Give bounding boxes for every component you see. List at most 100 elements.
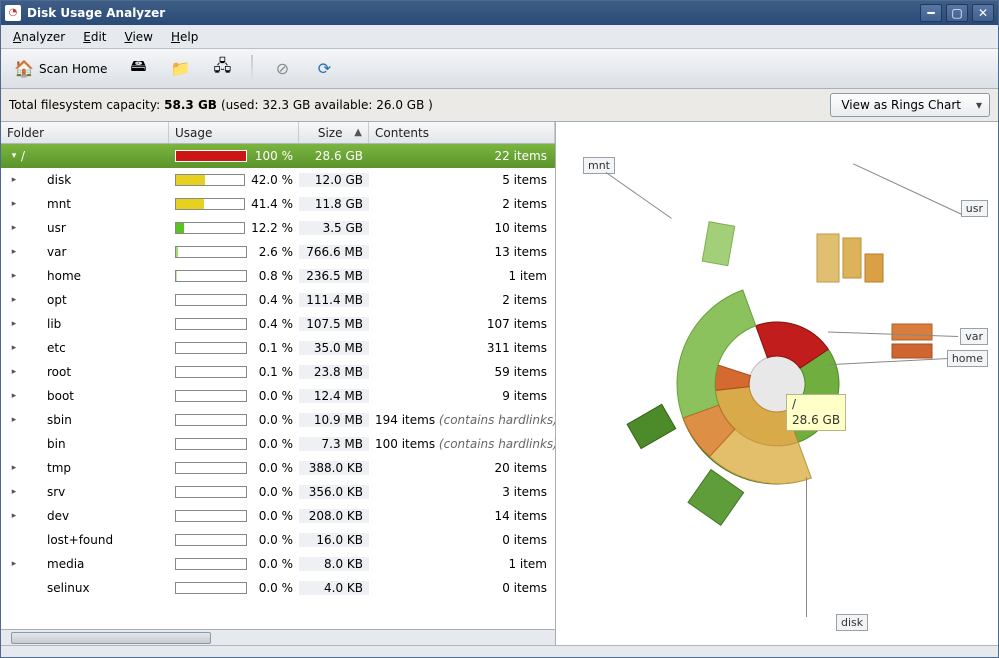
table-row[interactable]: ▸srv0.0 %356.0 KB3 items — [1, 480, 555, 504]
folder-name: usr — [47, 221, 66, 235]
size-value: 8.0 KB — [299, 557, 369, 571]
table-row[interactable]: bin0.0 %7.3 MB100 items (contains hardli… — [1, 432, 555, 456]
menubar: Analyzer Edit View Help — [1, 25, 998, 49]
table-row[interactable]: ▸lib0.4 %107.5 MB107 items — [1, 312, 555, 336]
table-row[interactable]: ▸boot0.0 %12.4 MB9 items — [1, 384, 555, 408]
usage-pct: 0.4 % — [253, 293, 293, 307]
expander-icon[interactable]: ▸ — [7, 247, 21, 257]
contents-value: 59 items — [369, 365, 555, 379]
refresh-button[interactable]: ⟳ — [307, 54, 341, 84]
chart-pane[interactable]: mnt usr var home disk / 28.6 GB — [556, 122, 998, 645]
folder-name: tmp — [47, 461, 71, 475]
table-row[interactable]: ▸var2.6 %766.6 MB13 items — [1, 240, 555, 264]
expander-icon[interactable]: ▸ — [7, 295, 21, 305]
expander-icon[interactable]: ▸ — [7, 415, 21, 425]
table-row[interactable]: ▸mnt41.4 %11.8 GB2 items — [1, 192, 555, 216]
table-row[interactable]: ▸sbin0.0 %10.9 MB194 items (contains har… — [1, 408, 555, 432]
minimize-button[interactable]: ━ — [920, 4, 942, 22]
expander-icon[interactable]: ▾ — [7, 151, 21, 161]
expander-icon[interactable]: ▸ — [7, 367, 21, 377]
scan-remote-button[interactable]: 🖧 — [205, 54, 239, 84]
table-row[interactable]: ▸tmp0.0 %388.0 KB20 items — [1, 456, 555, 480]
capacity-prefix: Total filesystem capacity: — [9, 98, 160, 112]
usage-pct: 0.1 % — [253, 341, 293, 355]
contents-value: 311 items — [369, 341, 555, 355]
scan-filesystem-button[interactable]: 🖴 — [121, 54, 155, 84]
expander-icon[interactable]: ▸ — [7, 511, 21, 521]
table-row[interactable]: ▸disk42.0 %12.0 GB5 items — [1, 168, 555, 192]
expander-icon[interactable]: ▸ — [7, 559, 21, 569]
size-value: 208.0 KB — [299, 509, 369, 523]
network-icon: 🖧 — [211, 58, 233, 80]
expander-icon[interactable]: ▸ — [7, 319, 21, 329]
tree-pane: Folder Usage Size ▲ Contents ▾/100 %28.6… — [1, 122, 556, 645]
table-row[interactable]: ▸dev0.0 %208.0 KB14 items — [1, 504, 555, 528]
table-row[interactable]: selinux0.0 %4.0 KB0 items — [1, 576, 555, 600]
col-contents[interactable]: Contents — [369, 122, 555, 143]
col-usage[interactable]: Usage — [169, 122, 299, 143]
contents-value: 5 items — [369, 173, 555, 187]
expander-icon[interactable]: ▸ — [7, 487, 21, 497]
folder-name: media — [47, 557, 84, 571]
table-row[interactable]: lost+found0.0 %16.0 KB0 items — [1, 528, 555, 552]
usage-pct: 0.0 % — [253, 461, 293, 475]
usage-bar — [175, 318, 247, 330]
expander-icon[interactable]: ▸ — [7, 343, 21, 353]
table-row[interactable]: ▸home0.8 %236.5 MB1 item — [1, 264, 555, 288]
size-value: 388.0 KB — [299, 461, 369, 475]
usage-pct: 0.0 % — [253, 389, 293, 403]
usage-bar — [175, 534, 247, 546]
view-mode-dropdown[interactable]: View as Rings Chart — [830, 93, 990, 117]
table-row[interactable]: ▸etc0.1 %35.0 MB311 items — [1, 336, 555, 360]
usage-pct: 0.1 % — [253, 365, 293, 379]
size-value: 107.5 MB — [299, 317, 369, 331]
scrollbar-thumb[interactable] — [11, 632, 211, 644]
expander-icon[interactable]: ▸ — [7, 391, 21, 401]
scan-folder-button[interactable]: 📁 — [163, 54, 197, 84]
contents-value: 194 items (contains hardlinks) — [369, 413, 555, 427]
folder-name: opt — [47, 293, 67, 307]
menu-analyzer[interactable]: Analyzer — [5, 28, 73, 46]
app-icon: ◔ — [5, 5, 21, 21]
table-row[interactable]: ▸media0.0 %8.0 KB1 item — [1, 552, 555, 576]
size-value: 16.0 KB — [299, 533, 369, 547]
size-value: 12.0 GB — [299, 173, 369, 187]
table-row[interactable]: ▾/100 %28.6 GB22 items — [1, 144, 555, 168]
expander-icon[interactable]: ▸ — [7, 199, 21, 209]
usage-bar — [175, 486, 247, 498]
folder-name: home — [47, 269, 81, 283]
folder-name: selinux — [47, 581, 90, 595]
stop-button[interactable]: ⊘ — [265, 54, 299, 84]
size-value: 4.0 KB — [299, 581, 369, 595]
table-row[interactable]: ▸opt0.4 %111.4 MB2 items — [1, 288, 555, 312]
folder-name: / — [21, 149, 25, 163]
expander-icon[interactable]: ▸ — [7, 175, 21, 185]
contents-value: 3 items — [369, 485, 555, 499]
col-size[interactable]: Size ▲ — [299, 122, 369, 143]
scan-home-button[interactable]: 🏠 Scan Home — [7, 54, 113, 84]
col-folder[interactable]: Folder — [1, 122, 169, 143]
chart-label-home: home — [947, 350, 988, 367]
folder-name: var — [47, 245, 66, 259]
menu-edit[interactable]: Edit — [75, 28, 114, 46]
expander-icon[interactable]: ▸ — [7, 271, 21, 281]
expander-icon[interactable]: ▸ — [7, 463, 21, 473]
titlebar[interactable]: ◔ Disk Usage Analyzer ━ ▢ ✕ — [1, 1, 998, 25]
folder-name: lib — [47, 317, 61, 331]
horizontal-scrollbar[interactable] — [1, 629, 555, 645]
menu-view[interactable]: View — [116, 28, 160, 46]
folder-name: etc — [47, 341, 66, 355]
rings-chart[interactable] — [597, 204, 957, 564]
table-row[interactable]: ▸root0.1 %23.8 MB59 items — [1, 360, 555, 384]
expander-icon[interactable]: ▸ — [7, 223, 21, 233]
menu-help[interactable]: Help — [163, 28, 206, 46]
refresh-icon: ⟳ — [313, 58, 335, 80]
close-button[interactable]: ✕ — [972, 4, 994, 22]
usage-bar — [175, 198, 245, 210]
capacity-suffix: (used: 32.3 GB available: 26.0 GB ) — [221, 98, 433, 112]
usage-pct: 0.0 % — [253, 509, 293, 523]
usage-bar — [175, 342, 247, 354]
maximize-button[interactable]: ▢ — [946, 4, 968, 22]
table-row[interactable]: ▸usr12.2 %3.5 GB10 items — [1, 216, 555, 240]
capacity-value: 58.3 GB — [164, 98, 217, 112]
